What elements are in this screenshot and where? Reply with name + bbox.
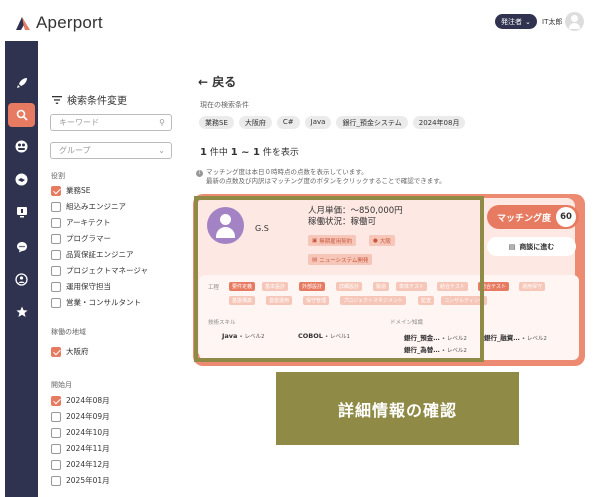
month-checkbox[interactable]: 2024年12月 (51, 459, 110, 470)
region-checkbox[interactable]: 大阪府 (51, 346, 89, 357)
search-icon[interactable] (8, 103, 35, 127)
process-tag: 運用保守 (519, 282, 546, 291)
month-checkbox[interactable]: 2024年10月 (51, 427, 110, 438)
domain-item: 銀行_融資… • レベル2 (484, 334, 547, 342)
handshake-icon[interactable] (8, 167, 35, 191)
user-name: IT太郎 (542, 18, 563, 26)
monitor-icon[interactable] (8, 200, 35, 224)
month-checkbox[interactable]: 2024年09月 (51, 411, 110, 422)
chevron-down-icon: ⌄ (158, 146, 165, 155)
checkbox-icon (51, 281, 61, 292)
month-checkbox[interactable]: 2025年01月 (51, 475, 110, 486)
match-note: i マッチング度は本日０時時点の点数を表示しています。 最新の点数及び内訳はマッチ… (196, 168, 446, 186)
user-avatar[interactable] (565, 12, 584, 31)
checkbox-icon (51, 233, 61, 244)
chat-icon[interactable] (8, 235, 35, 259)
search-icon: ⚲ (159, 118, 165, 127)
month-checkbox[interactable]: 2024年11月 (51, 443, 110, 454)
filter-title: 検索条件変更 (52, 92, 127, 107)
checkbox-icon (51, 185, 61, 196)
card-icon: ▤ (508, 242, 516, 251)
role-checkbox[interactable]: 組込みエンジニア (51, 201, 126, 212)
condition-chips: 業務SE 大阪府 C# Java 銀行_預金システム 2024年08月 (199, 116, 466, 129)
role-dropdown[interactable]: 発注者 ⌄ (495, 14, 537, 29)
matching-score: 60 (556, 207, 576, 227)
condition-chip: 大阪府 (238, 116, 272, 129)
role-checkbox[interactable]: プログラマー (51, 233, 111, 244)
app-logo[interactable]: Aperport (14, 13, 103, 33)
negotiate-button[interactable]: ▤ 商談に進む (487, 237, 576, 256)
matching-button[interactable]: マッチング度 60 (487, 205, 579, 229)
role-checkbox[interactable]: プロジェクトマネージャ (51, 265, 148, 276)
condition-chip: 銀行_預金システム (336, 116, 408, 129)
checkbox-icon (51, 201, 61, 212)
region-section-label: 稼働の地域 (51, 328, 86, 336)
role-checkbox[interactable]: アーキテクト (51, 217, 111, 228)
logo-icon (16, 17, 30, 30)
highlight-frame (194, 196, 484, 362)
star-icon[interactable] (8, 300, 35, 324)
checkbox-icon (51, 395, 61, 406)
checkbox-icon (51, 475, 61, 486)
checkbox-icon (51, 459, 61, 470)
back-link[interactable]: ← 戻る (198, 73, 236, 90)
role-section-label: 役割 (51, 172, 65, 180)
checkbox-icon (51, 297, 61, 308)
role-label: 発注者 (501, 17, 522, 26)
info-icon: i (196, 170, 203, 177)
keyword-input[interactable]: キーワード ⚲ (50, 114, 172, 131)
filter-panel: 検索条件変更 キーワード ⚲ グループ ⌄ 役割 業務SE 組込みエンジニア ア… (38, 41, 185, 497)
checkbox-icon (51, 217, 61, 228)
team-icon[interactable] (8, 267, 35, 291)
checkbox-icon (51, 249, 61, 260)
condition-chip: C# (276, 116, 300, 129)
filter-icon (52, 95, 62, 104)
group-select[interactable]: グループ ⌄ (50, 142, 172, 159)
chevron-down-icon: ⌄ (525, 17, 531, 26)
checkbox-icon (51, 411, 61, 422)
side-nav (5, 41, 38, 497)
checkbox-icon (51, 443, 61, 454)
condition-chip: 業務SE (199, 116, 234, 129)
detail-banner: 詳細情報の確認 (276, 372, 519, 445)
checkbox-icon (51, 427, 61, 438)
group-icon[interactable] (8, 134, 35, 158)
result-count: 1 件中 1 ~ 1 件を表示 (200, 147, 299, 158)
checkbox-icon (51, 346, 61, 357)
app-name: Aperport (36, 13, 103, 32)
month-checkbox[interactable]: 2024年08月 (51, 395, 110, 406)
rocket-icon[interactable] (8, 71, 35, 95)
role-checkbox[interactable]: 営業・コンサルタント (51, 297, 141, 308)
condition-chip: 2024年08月 (412, 116, 466, 129)
current-conditions-label: 現在の検索条件 (200, 101, 249, 109)
top-bar: Aperport 発注者 ⌄ IT太郎 (0, 0, 600, 42)
role-checkbox[interactable]: 運用保守担当 (51, 281, 111, 292)
checkbox-icon (51, 265, 61, 276)
role-checkbox[interactable]: 業務SE (51, 185, 91, 196)
start-section-label: 開始月 (51, 381, 72, 389)
condition-chip: Java (304, 116, 332, 129)
role-checkbox[interactable]: 品質保証エンジニア (51, 249, 134, 260)
